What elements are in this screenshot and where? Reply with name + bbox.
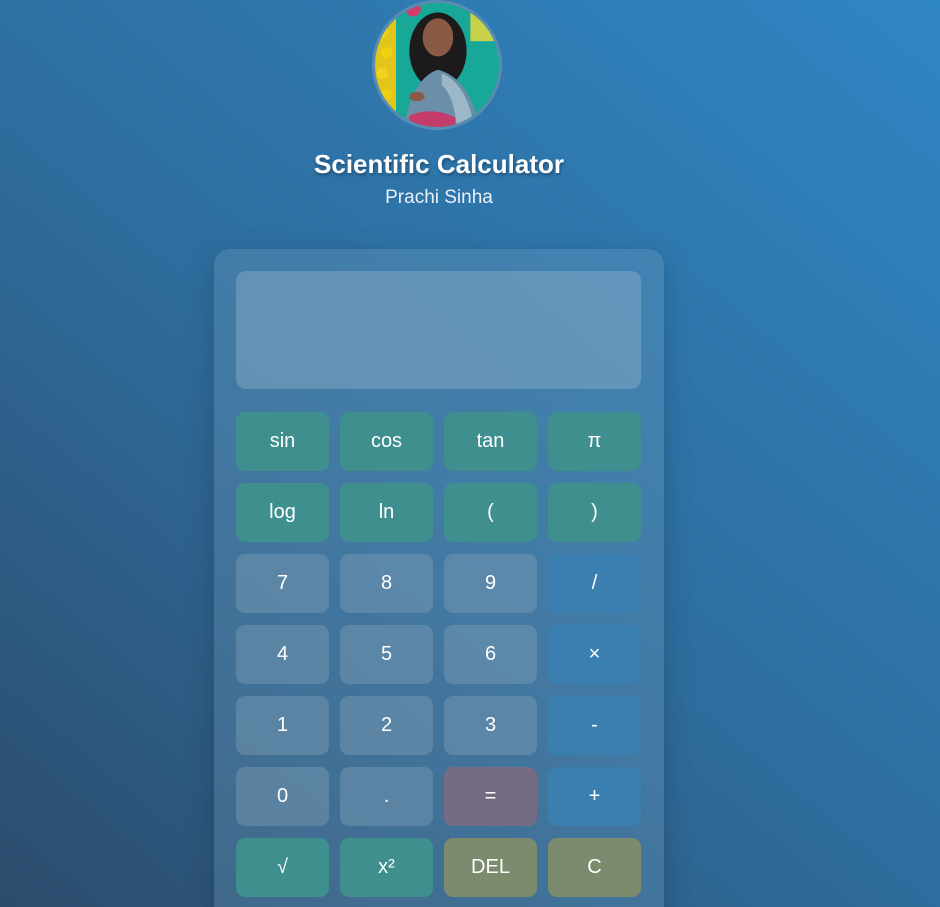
key-9[interactable]: 9: [444, 554, 537, 613]
key-close-paren[interactable]: ): [548, 483, 641, 542]
keypad: sin cos tan π log ln ( ) 7 8 9 / 4 5 6 ×…: [236, 412, 641, 897]
key-sqrt[interactable]: √: [236, 838, 329, 897]
calculator-panel: sin cos tan π log ln ( ) 7 8 9 / 4 5 6 ×…: [214, 249, 664, 907]
key-multiply[interactable]: ×: [548, 625, 641, 684]
key-open-paren[interactable]: (: [444, 483, 537, 542]
key-add[interactable]: +: [548, 767, 641, 826]
key-delete[interactable]: DEL: [444, 838, 537, 897]
key-sin[interactable]: sin: [236, 412, 329, 471]
key-log[interactable]: log: [236, 483, 329, 542]
key-tan[interactable]: tan: [444, 412, 537, 471]
key-4[interactable]: 4: [236, 625, 329, 684]
avatar: [372, 0, 502, 130]
key-3[interactable]: 3: [444, 696, 537, 755]
key-7[interactable]: 7: [236, 554, 329, 613]
key-equals[interactable]: =: [444, 767, 537, 826]
key-1[interactable]: 1: [236, 696, 329, 755]
key-pi[interactable]: π: [548, 412, 641, 471]
key-square[interactable]: x²: [340, 838, 433, 897]
key-clear[interactable]: C: [548, 838, 641, 897]
key-0[interactable]: 0: [236, 767, 329, 826]
key-2[interactable]: 2: [340, 696, 433, 755]
key-subtract[interactable]: -: [548, 696, 641, 755]
page-title: Scientific Calculator: [314, 149, 564, 179]
key-divide[interactable]: /: [548, 554, 641, 613]
calculator-display: [236, 271, 641, 389]
key-cos[interactable]: cos: [340, 412, 433, 471]
key-5[interactable]: 5: [340, 625, 433, 684]
profile-photo-icon: [375, 3, 499, 127]
key-8[interactable]: 8: [340, 554, 433, 613]
key-6[interactable]: 6: [444, 625, 537, 684]
author-name: Prachi Sinha: [385, 187, 493, 208]
key-decimal[interactable]: .: [340, 767, 433, 826]
key-ln[interactable]: ln: [340, 483, 433, 542]
